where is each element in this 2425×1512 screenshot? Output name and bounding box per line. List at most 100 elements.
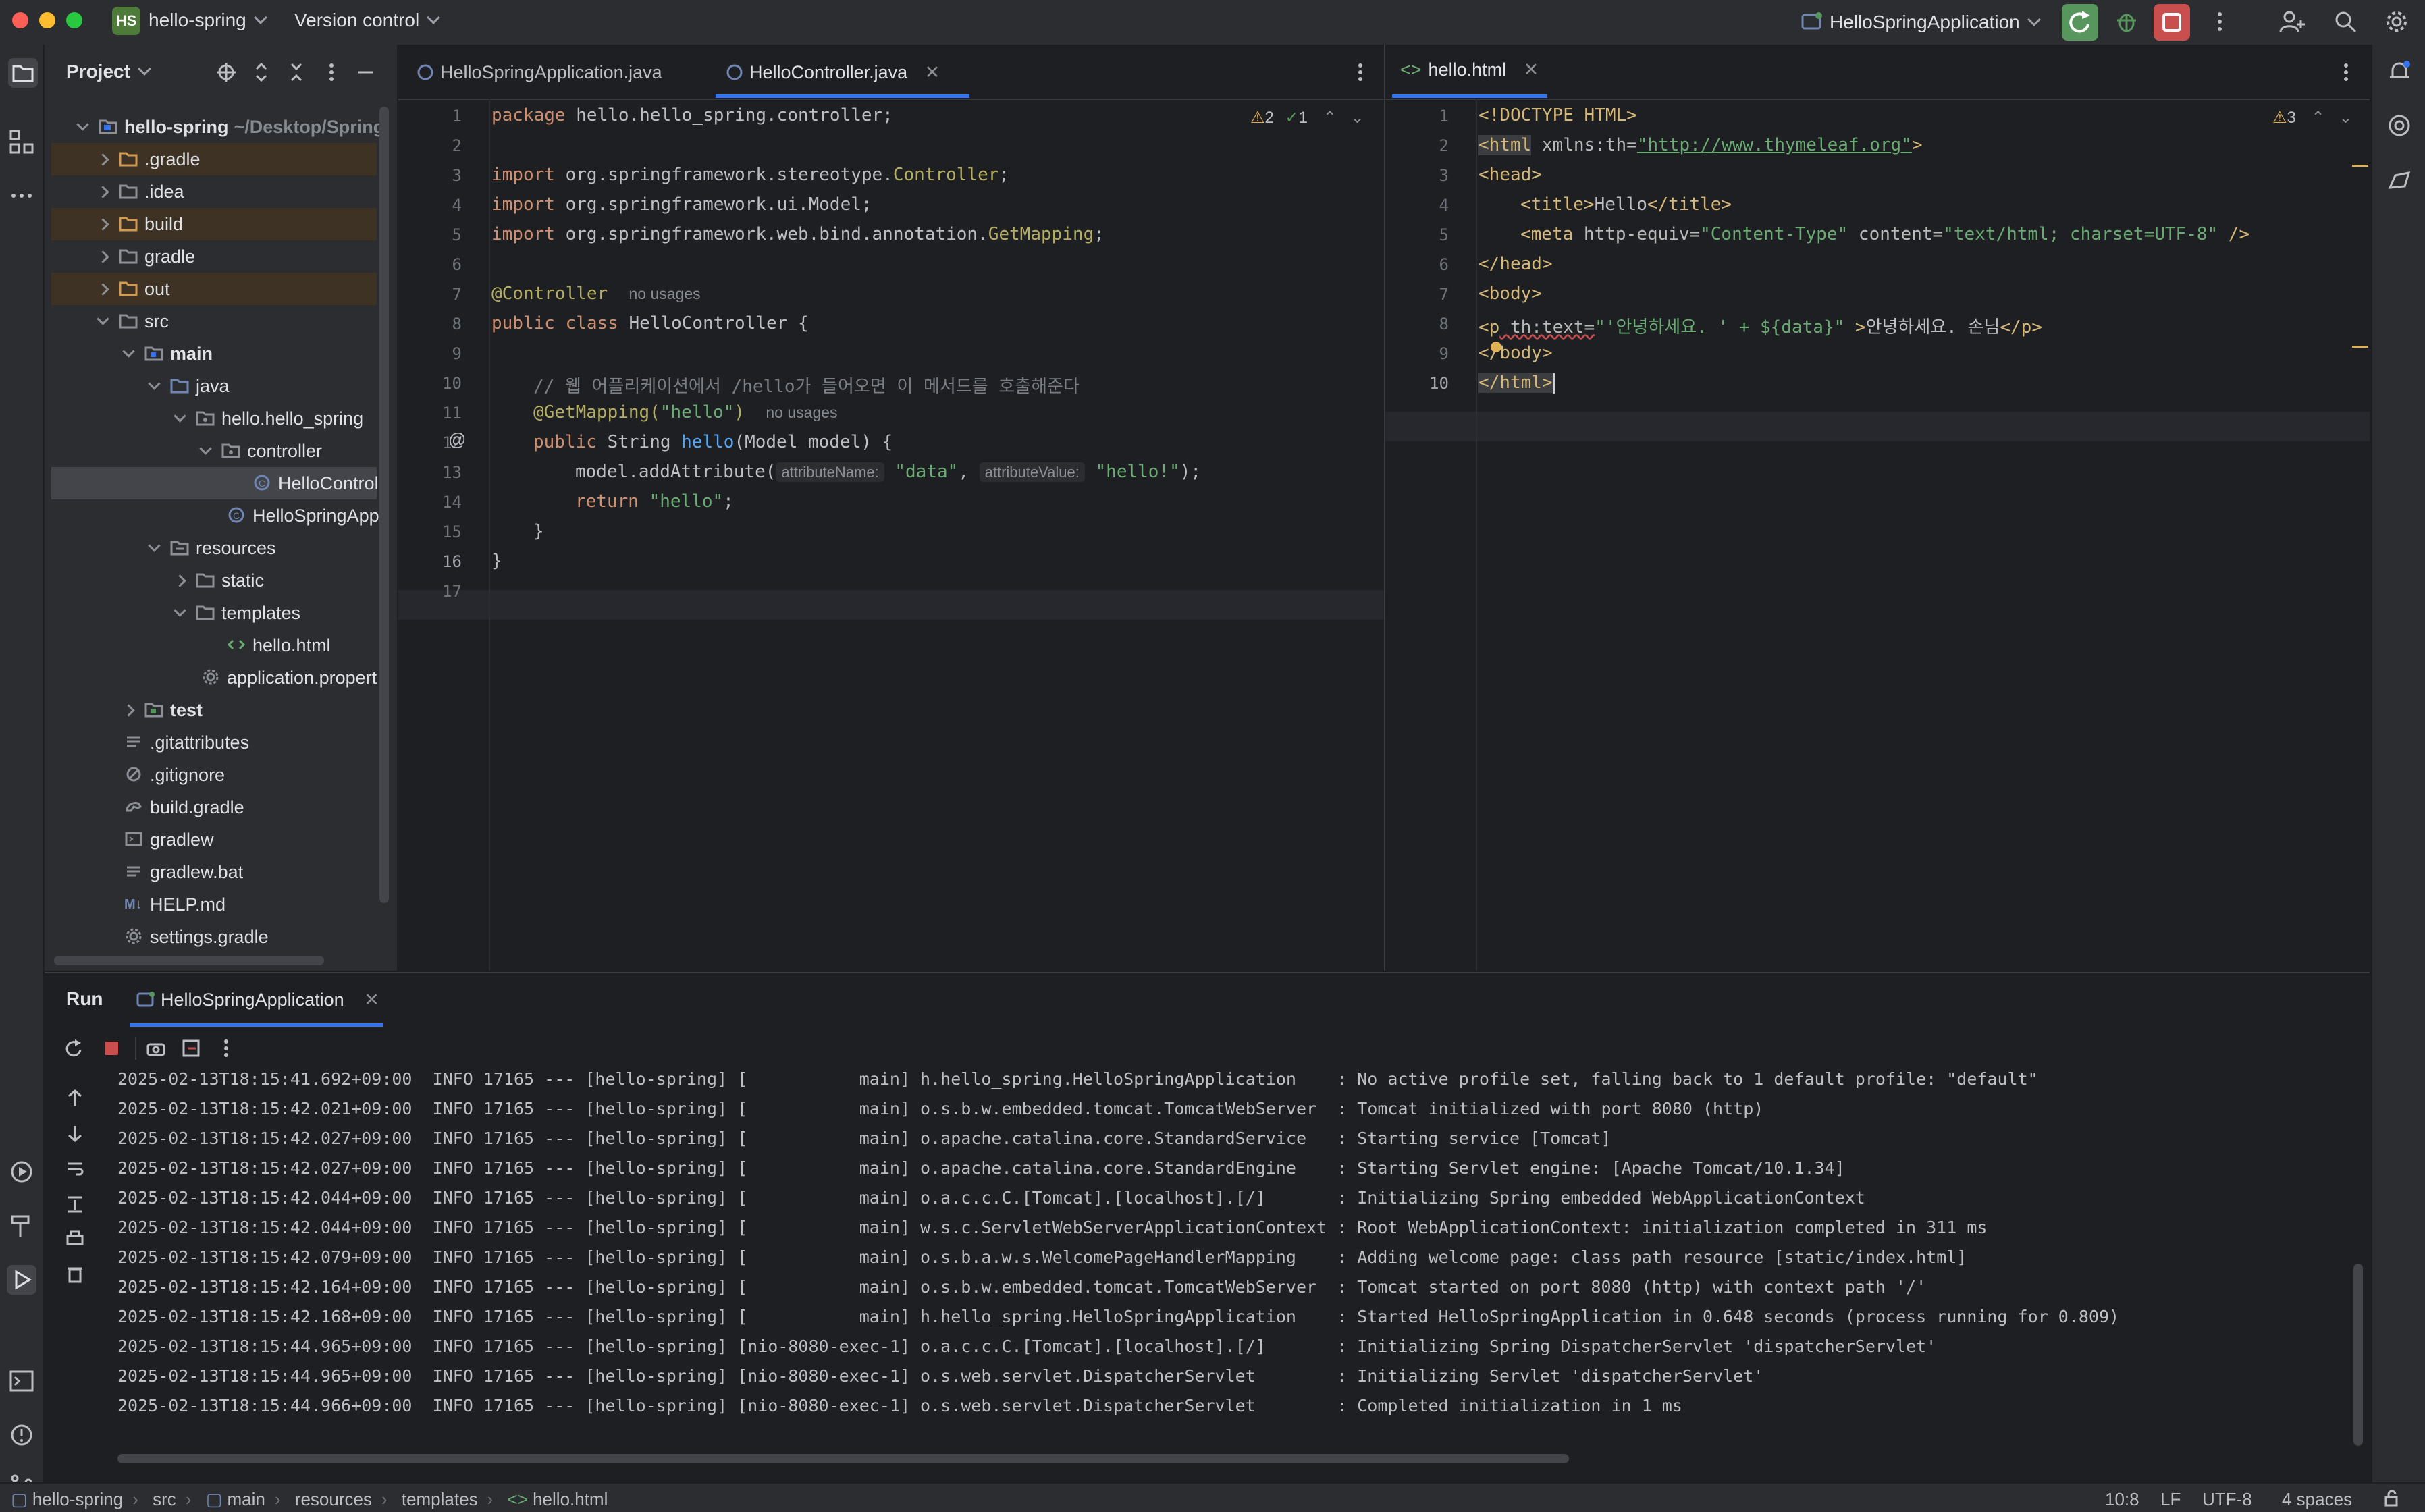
stop-icon[interactable] [101, 1038, 122, 1058]
log-line[interactable]: 2025-02-13T18:15:42.027+09:00 INFO 17165… [117, 1129, 1611, 1148]
run-tool-button[interactable] [7, 1265, 36, 1295]
log-line[interactable]: 2025-02-13T18:15:42.079+09:00 INFO 17165… [117, 1247, 1967, 1267]
chevron-down-icon[interactable]: ⌄ [2339, 109, 2352, 127]
code-line-8[interactable]: public class HelloController { [491, 313, 809, 333]
tree-item-application-properties[interactable]: application.propert [51, 662, 377, 694]
structure-tool-button[interactable] [8, 128, 35, 155]
project-view-selector[interactable]: Project [66, 61, 151, 82]
tree-item-java[interactable]: java [51, 370, 377, 402]
html-line-8[interactable]: <p th:text="'안녕하세요. ' + ${data}" >안녕하세요.… [1478, 313, 2042, 338]
log-line[interactable]: 2025-02-13T18:15:42.044+09:00 INFO 17165… [117, 1188, 1865, 1208]
tree-item-gradlew-bat[interactable]: gradlew.bat [51, 856, 377, 888]
project-badge[interactable]: HS [112, 7, 140, 35]
breadcrumb-item[interactable]: resources [295, 1489, 372, 1509]
run-config-selector[interactable]: HelloSpringApplication [1801, 9, 2041, 33]
request-mapping-gutter-icon[interactable]: @ [448, 429, 466, 450]
tree-item-gradle-dir[interactable]: .gradle [51, 143, 377, 176]
chevron-up-icon[interactable]: ⌃ [2312, 109, 2325, 127]
ai-assistant-button[interactable] [2386, 112, 2413, 139]
more-actions-button[interactable] [2208, 9, 2232, 34]
tree-item-test[interactable]: test [51, 694, 377, 726]
database-button[interactable] [2386, 167, 2413, 194]
code-line-10[interactable]: // 웹 어플리케이션에서 /hello가 들어오면 이 메서드를 호출해준다 [533, 373, 1080, 398]
breadcrumb-item[interactable]: hello-spring [32, 1489, 123, 1509]
print-icon[interactable] [65, 1228, 85, 1249]
code-line-12[interactable]: public String hello(Model model) { [533, 432, 892, 452]
html-line-1[interactable]: <!DOCTYPE HTML> [1478, 105, 1637, 126]
more-tools-button[interactable] [8, 182, 35, 209]
tab-hello-html[interactable]: <> hello.html ✕ [1400, 59, 1539, 80]
rerun-button[interactable] [2062, 4, 2098, 40]
tree-item-main[interactable]: main [51, 338, 377, 370]
tree-item-src[interactable]: src [51, 305, 377, 338]
log-line[interactable]: 2025-02-13T18:15:44.965+09:00 INFO 17165… [117, 1336, 1936, 1356]
caret-position[interactable]: 10:8 [2105, 1489, 2139, 1510]
code-line-3[interactable]: import org.springframework.stereotype.Co… [491, 165, 1009, 185]
log-line[interactable]: 2025-02-13T18:15:42.021+09:00 INFO 17165… [117, 1099, 1763, 1118]
breadcrumb-item[interactable]: templates [402, 1489, 478, 1509]
tab-hello-spring-application[interactable]: HelloSpringApplication.java [416, 59, 662, 83]
add-user-button[interactable] [2279, 9, 2305, 34]
trash-icon[interactable] [65, 1264, 85, 1284]
html-line-10[interactable]: </html> [1478, 373, 1555, 394]
html-line-5[interactable]: <meta http-equiv="Content-Type" content=… [1520, 224, 2249, 244]
services-tool-button[interactable] [8, 1158, 35, 1185]
project-switcher[interactable]: hello-spring [149, 9, 267, 31]
file-encoding[interactable]: UTF-8 [2202, 1489, 2252, 1510]
search-button[interactable] [2333, 9, 2357, 34]
inspection-widget[interactable]: ⚠3 ⌃ ⌄ [2272, 108, 2352, 128]
log-line[interactable]: 2025-02-13T18:15:42.027+09:00 INFO 17165… [117, 1158, 1845, 1178]
inspection-widget[interactable]: ⚠2 ✓1 ⌃ ⌄ [1250, 108, 1364, 128]
breadcrumb-item[interactable]: src [153, 1489, 176, 1509]
code-line-13[interactable]: model.addAttribute(attributeName: "data"… [575, 462, 1201, 482]
locate-file-icon[interactable] [216, 62, 236, 82]
chevron-up-icon[interactable]: ⌃ [1323, 109, 1337, 127]
html-line-9[interactable]: </body> [1478, 343, 1553, 363]
project-horizontal-scrollbar[interactable] [54, 956, 324, 965]
camera-icon[interactable] [146, 1038, 166, 1058]
exit-icon[interactable] [181, 1038, 201, 1058]
log-line[interactable]: 2025-02-13T18:15:44.966+09:00 INFO 17165… [117, 1396, 1682, 1415]
log-line[interactable]: 2025-02-13T18:15:42.044+09:00 INFO 17165… [117, 1218, 1987, 1237]
tree-item-controller[interactable]: controller [51, 435, 377, 467]
close-tab-icon[interactable]: ✕ [925, 62, 940, 82]
hide-panel-icon[interactable] [355, 62, 375, 82]
tree-item-build[interactable]: build [51, 208, 377, 240]
tree-item-hello-hello-spring[interactable]: hello.hello_spring [51, 402, 377, 435]
problems-tool-button[interactable] [8, 1422, 35, 1449]
tree-item-resources[interactable]: resources [51, 532, 377, 564]
tree-item-idea[interactable]: .idea [51, 176, 377, 208]
indent-setting[interactable]: 4 spaces [2282, 1489, 2352, 1510]
html-line-3[interactable]: <head> [1478, 165, 1542, 185]
tree-item-gitattributes[interactable]: .gitattributes [51, 726, 377, 759]
project-tool-button[interactable] [8, 58, 38, 88]
tree-item-hello-controller[interactable]: C HelloControll [51, 467, 383, 500]
breadcrumb-item[interactable]: main [228, 1489, 265, 1509]
tree-item-out[interactable]: out [51, 273, 377, 305]
tree-item-settings-gradle[interactable]: settings.gradle [51, 921, 377, 953]
code-line-7[interactable]: @Controller no usages [491, 284, 701, 304]
soft-wrap-icon[interactable] [65, 1158, 85, 1179]
tree-item-hello-html[interactable]: hello.html [51, 629, 377, 662]
tree-item-gradlew[interactable]: gradlew [51, 824, 377, 856]
tree-item-gradle[interactable]: gradle [51, 240, 377, 273]
options-icon[interactable] [321, 62, 342, 82]
warning-stripe[interactable] [2352, 346, 2368, 348]
tree-item-static[interactable]: static [51, 564, 377, 597]
close-tab-icon[interactable]: ✕ [1524, 59, 1539, 80]
collapse-all-icon[interactable] [286, 62, 307, 82]
more-vertical-icon[interactable] [216, 1038, 236, 1058]
settings-button[interactable] [2384, 9, 2409, 34]
arrow-down-icon[interactable] [65, 1123, 85, 1143]
line-separator[interactable]: LF [2160, 1489, 2181, 1510]
code-line-14[interactable]: return "hello"; [575, 491, 734, 512]
console-vertical-scrollbar[interactable] [2353, 1264, 2363, 1446]
code-line-15[interactable]: } [533, 521, 544, 541]
more-vertical-icon[interactable] [2336, 62, 2356, 82]
minimize-window-button[interactable] [39, 12, 55, 28]
chevron-down-icon[interactable]: ⌄ [1350, 109, 1364, 127]
terminal-tool-button[interactable] [8, 1368, 35, 1395]
console-horizontal-scrollbar[interactable] [117, 1454, 1569, 1463]
tree-item-hello-spring-application[interactable]: C HelloSpringAppl [51, 500, 383, 532]
usage-hint[interactable]: no usages [629, 285, 701, 302]
